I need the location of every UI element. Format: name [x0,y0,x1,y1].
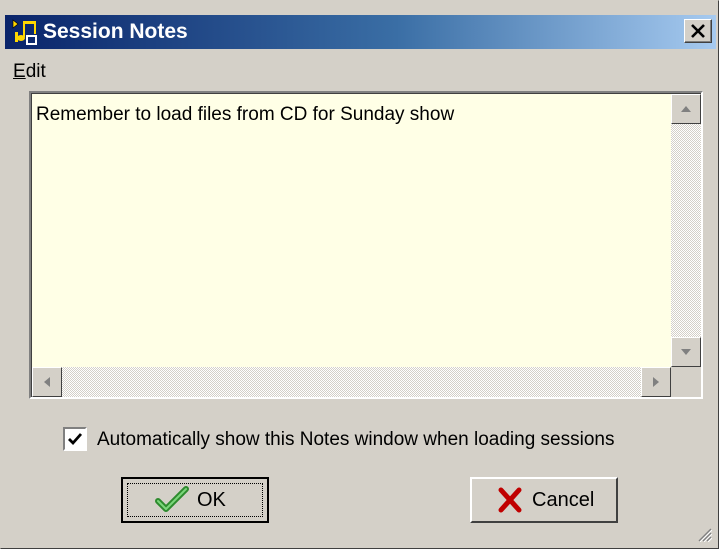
close-button[interactable] [684,19,712,43]
checkmark-small-icon [68,433,83,446]
auto-show-checkbox[interactable] [63,427,87,451]
checkmark-icon [155,486,189,512]
ok-button[interactable]: OK [121,477,269,523]
vertical-scrollbar[interactable] [671,94,701,367]
menu-edit-rest: dit [25,61,46,82]
session-notes-window: Session Notes Edit Remember to load file… [0,0,719,549]
arrow-down-icon [681,349,691,355]
menu-edit-mnemonic: E [13,61,26,82]
scroll-left-button[interactable] [32,367,62,397]
scroll-right-button[interactable] [641,367,671,397]
notes-textarea[interactable]: Remember to load files from CD for Sunda… [29,91,703,399]
menu-edit[interactable]: Edit [13,61,46,83]
ok-button-label: OK [197,489,226,511]
scroll-up-button[interactable] [671,94,701,124]
cancel-button-label: Cancel [532,489,595,511]
scrollbar-corner [671,367,701,397]
resize-grip-icon[interactable] [696,526,712,542]
cancel-button[interactable]: Cancel [470,477,618,523]
scroll-down-button[interactable] [671,337,701,367]
arrow-left-icon [44,377,50,387]
close-icon [691,24,705,38]
horizontal-scrollbar[interactable] [32,367,671,397]
title-bar[interactable]: Session Notes [5,15,716,49]
arrow-right-icon [653,377,659,387]
auto-show-label[interactable]: Automatically show this Notes window whe… [97,429,614,451]
notes-text[interactable]: Remember to load files from CD for Sunda… [36,104,656,126]
focus-rectangle [127,483,263,517]
window-title: Session Notes [43,20,188,43]
arrow-up-icon [681,106,691,112]
session-notes-app-icon [12,19,37,45]
red-x-icon [498,487,522,513]
